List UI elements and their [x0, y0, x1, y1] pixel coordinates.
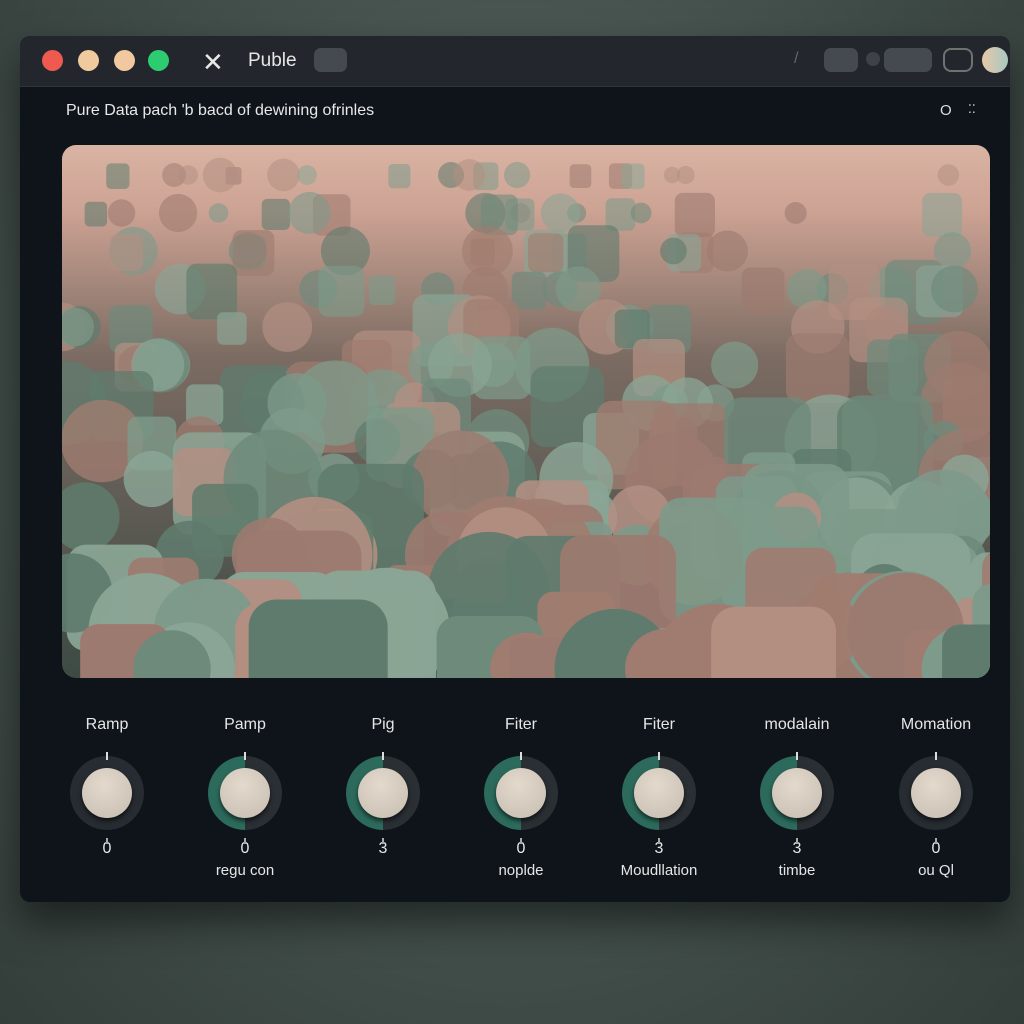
knob-tick-top	[244, 752, 246, 760]
knob-label: Pig	[371, 716, 395, 733]
knob-tick-bottom	[520, 838, 522, 844]
knob-tick-bottom	[935, 838, 937, 844]
title-bar: ✕ Puble /	[20, 36, 1010, 87]
maximize-window-button[interactable]	[148, 50, 169, 71]
window-button[interactable]	[114, 50, 135, 71]
knob-dial[interactable]	[208, 752, 282, 844]
knob-label: Pamp	[224, 716, 266, 733]
settings-icon[interactable]	[866, 52, 880, 66]
edit-icon[interactable]: /	[794, 50, 798, 68]
knob-cap[interactable]	[911, 768, 961, 818]
knob-cap[interactable]	[82, 768, 132, 818]
knob-tick-bottom	[244, 838, 246, 844]
knob-tick-bottom	[382, 838, 384, 844]
knob-cap[interactable]	[220, 768, 270, 818]
knob-tick-bottom	[106, 838, 108, 844]
knob-label: modalain	[764, 716, 830, 733]
patch-visualization-image	[62, 145, 990, 678]
toggle-button[interactable]	[943, 48, 973, 72]
knob-dial[interactable]	[70, 752, 144, 844]
avatar[interactable]	[982, 47, 1008, 73]
circle-icon[interactable]: O	[940, 102, 952, 119]
knob-tick-top	[935, 752, 937, 760]
knob-label: Momation	[900, 716, 972, 733]
knob-sublabel: ou Ql	[918, 862, 954, 879]
knob-cap[interactable]	[772, 768, 822, 818]
knob-dial[interactable]	[622, 752, 696, 844]
knob-sublabel: regu con	[215, 862, 275, 879]
toolbar-button-2[interactable]	[884, 48, 932, 72]
knob-dial[interactable]	[760, 752, 834, 844]
patch-window: ✕ Puble / Pure Data pach 'b bacd of dewi…	[20, 36, 1010, 902]
knob-3[interactable]: Fiter 0 noplde	[461, 716, 581, 879]
knob-label: Fiter	[643, 716, 675, 733]
knob-dial[interactable]	[346, 752, 420, 844]
knob-1[interactable]: Pamp 0 regu con	[185, 716, 305, 879]
knob-tick-top	[658, 752, 660, 760]
knob-dial[interactable]	[484, 752, 558, 844]
knob-label: Fiter	[505, 716, 537, 733]
knob-label: Ramp	[85, 716, 129, 733]
knob-tick-top	[106, 752, 108, 760]
window-title: Puble	[248, 50, 297, 71]
toolbar-button-1[interactable]	[824, 48, 858, 72]
minimize-window-button[interactable]	[78, 50, 99, 71]
knob-sublabel: timbe	[778, 862, 816, 879]
knob-sublabel: Moudllation	[620, 862, 698, 879]
knob-tick-top	[520, 752, 522, 760]
knob-5[interactable]: modalain 3 timbe	[737, 716, 857, 879]
title-menu-button[interactable]	[314, 48, 347, 72]
knob-0[interactable]: Ramp 0	[47, 716, 167, 862]
knob-cap[interactable]	[634, 768, 684, 818]
close-window-button[interactable]	[42, 50, 63, 71]
close-icon[interactable]: ✕	[202, 48, 224, 78]
sparkle-icon[interactable]: ⁚⁚	[968, 102, 976, 116]
knob-tick-bottom	[796, 838, 798, 844]
knob-sublabel: noplde	[498, 862, 544, 879]
knob-2[interactable]: Pig 3	[323, 716, 443, 862]
patch-description: Pure Data pach 'b bacd of dewining ofrin…	[66, 102, 375, 119]
knob-tick-top	[796, 752, 798, 760]
knob-6[interactable]: Momation 0 ou Ql	[876, 716, 996, 879]
knob-4[interactable]: Fiter 3 Moudllation	[599, 716, 719, 879]
knob-tick-bottom	[658, 838, 660, 844]
knob-tick-top	[382, 752, 384, 760]
knob-cap[interactable]	[358, 768, 408, 818]
knob-dial[interactable]	[899, 752, 973, 844]
knob-cap[interactable]	[496, 768, 546, 818]
